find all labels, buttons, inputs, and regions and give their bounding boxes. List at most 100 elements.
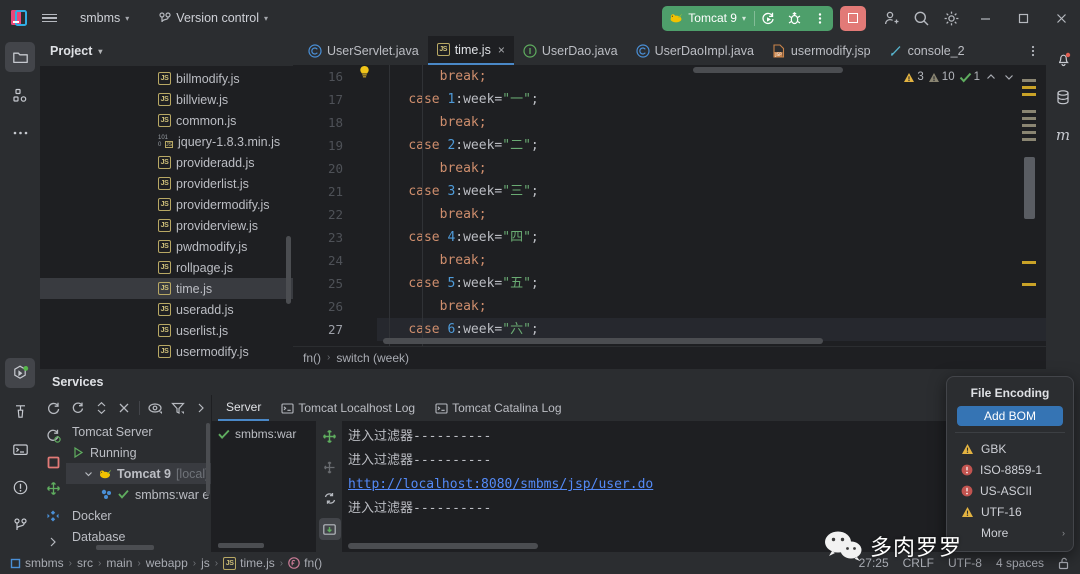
- close-icon[interactable]: ×: [498, 43, 505, 57]
- line-number[interactable]: 21: [293, 180, 351, 203]
- version-control-dropdown[interactable]: Version control ▾: [151, 8, 276, 28]
- tree-row[interactable]: Database: [66, 526, 211, 547]
- line-number[interactable]: 16: [293, 65, 351, 88]
- tree-row[interactable]: Tomcat Server: [66, 421, 211, 442]
- editor-scrollbar-markers[interactable]: [1016, 65, 1038, 346]
- log-tab[interactable]: Tomcat Localhost Log: [273, 395, 423, 421]
- breadcrumb-item[interactable]: fn(): [288, 556, 322, 570]
- line-number[interactable]: 19: [293, 134, 351, 157]
- list-item[interactable]: JS usermodify.js: [40, 341, 293, 362]
- tab-userservlet-java[interactable]: UserServlet.java: [299, 36, 428, 65]
- list-item[interactable]: JS time.js: [40, 278, 293, 299]
- tab-userdao-java[interactable]: UserDao.java: [514, 36, 627, 65]
- encoding-option[interactable]: More ›: [947, 522, 1073, 543]
- list-item[interactable]: JS providermodify.js: [40, 194, 293, 215]
- editor-hscrollbar-bottom[interactable]: [383, 338, 823, 344]
- expand-collapse-icon[interactable]: [91, 397, 112, 419]
- line-number[interactable]: 27: [293, 318, 351, 341]
- breadcrumb-item[interactable]: js: [201, 556, 210, 570]
- undeploy-icon[interactable]: [319, 456, 341, 478]
- unlocked-icon[interactable]: [1058, 557, 1070, 570]
- services-tree-hscrollbar[interactable]: [96, 545, 154, 550]
- sidebar-item-version-control[interactable]: [5, 510, 35, 540]
- tab-userdaoimpl-java[interactable]: UserDaoImpl.java: [627, 36, 763, 65]
- stop-icon[interactable]: [43, 452, 63, 472]
- tab-time-js[interactable]: JS time.js ×: [427, 36, 514, 65]
- update-icon[interactable]: [318, 518, 341, 540]
- line-number[interactable]: 17: [293, 88, 351, 111]
- caret-position[interactable]: 27:25: [859, 556, 889, 570]
- minimize-icon[interactable]: [966, 1, 1004, 35]
- editor-text-area[interactable]: 16 17 18 19 20 21 22 23 24 25 26 27 break; case 1:w…: [293, 65, 1046, 346]
- project-file-tree[interactable]: JS billmodify.js JS billview.js JS common.js 1…: [40, 66, 293, 368]
- tree-row[interactable]: Docker: [66, 505, 211, 526]
- sidebar-item-services[interactable]: [5, 358, 35, 388]
- line-number[interactable]: 18: [293, 111, 351, 134]
- log-tab[interactable]: Tomcat Catalina Log: [427, 395, 569, 421]
- project-tree-scrollbar[interactable]: [286, 236, 291, 304]
- chevron-right-icon[interactable]: [190, 397, 211, 419]
- refresh-icon[interactable]: [43, 399, 63, 419]
- sidebar-item-build[interactable]: [5, 396, 35, 426]
- weak-warning-count[interactable]: 10: [928, 71, 955, 83]
- project-name-dropdown[interactable]: smbms ▾: [72, 8, 137, 28]
- sort-icon[interactable]: [43, 506, 63, 526]
- list-item[interactable]: 101 0 JS jquery-1.8.3.min.js: [40, 131, 293, 152]
- filter-icon[interactable]: [168, 397, 189, 419]
- line-number[interactable]: 24: [293, 249, 351, 272]
- tree-row[interactable]: smbms:war e: [66, 484, 211, 505]
- list-item[interactable]: JS useradd.js: [40, 299, 293, 320]
- encoding-option[interactable]: UTF-16: [947, 501, 1073, 522]
- close-icon[interactable]: [1042, 1, 1080, 35]
- list-item[interactable]: JS billmodify.js: [40, 68, 293, 89]
- editor-hscrollbar-top[interactable]: [693, 67, 843, 73]
- breadcrumb-item[interactable]: fn(): [303, 351, 321, 365]
- editor-scrollbar-thumb[interactable]: [1024, 157, 1035, 219]
- chevron-right-icon[interactable]: [43, 532, 63, 552]
- line-number[interactable]: 25: [293, 272, 351, 295]
- ok-count[interactable]: 1: [959, 71, 980, 83]
- line-number[interactable]: 22: [293, 203, 351, 226]
- encoding-option[interactable]: ISO-8859-1: [947, 459, 1073, 480]
- sidebar-item-problems[interactable]: [5, 472, 35, 502]
- rerun-icon[interactable]: [755, 6, 781, 31]
- intention-bulb-icon[interactable]: [351, 65, 377, 80]
- list-item[interactable]: JS common.js: [40, 110, 293, 131]
- breadcrumb-item[interactable]: switch (week): [336, 351, 409, 365]
- line-separator[interactable]: CRLF: [903, 556, 934, 570]
- sidebar-item-project[interactable]: [5, 42, 35, 72]
- encoding-option[interactable]: GBK: [947, 438, 1073, 459]
- deployment-list[interactable]: smbms:war: [212, 421, 316, 552]
- tab-console-2[interactable]: console_2: [880, 36, 974, 65]
- maximize-icon[interactable]: [1004, 1, 1042, 35]
- run-configuration-selector[interactable]: Tomcat 9 ▾: [662, 6, 754, 31]
- more-vertical-icon[interactable]: [807, 6, 833, 31]
- breadcrumb[interactable]: smbms › src › main › webapp › js › JS time.js › fn(): [10, 556, 322, 570]
- breadcrumb-item[interactable]: JS time.js: [223, 556, 275, 570]
- sidebar-item-maven[interactable]: m: [1048, 120, 1078, 150]
- list-item[interactable]: JS billview.js: [40, 89, 293, 110]
- redeploy-icon[interactable]: [319, 487, 341, 509]
- log-tab[interactable]: Server: [218, 395, 270, 421]
- indent-setting[interactable]: 4 spaces: [996, 556, 1044, 570]
- console-link[interactable]: http://localhost:8080/smbms/jsp/user.do: [348, 477, 653, 492]
- show-icon[interactable]: [145, 397, 166, 419]
- debug-icon[interactable]: [781, 6, 807, 31]
- list-item[interactable]: JS userlist.js: [40, 320, 293, 341]
- line-number[interactable]: 23: [293, 226, 351, 249]
- close-icon[interactable]: [113, 397, 134, 419]
- console-hscrollbar[interactable]: [348, 543, 538, 549]
- gear-icon[interactable]: [936, 4, 966, 32]
- chevron-down-icon[interactable]: [1002, 73, 1016, 81]
- file-encoding[interactable]: UTF-8: [948, 556, 982, 570]
- breadcrumb-item[interactable]: src: [77, 556, 93, 570]
- sidebar-item-notifications[interactable]: [1048, 44, 1078, 74]
- hamburger-menu-icon[interactable]: [32, 5, 66, 31]
- editor-gutter[interactable]: 16 17 18 19 20 21 22 23 24 25 26 27: [293, 65, 351, 346]
- sidebar-item-terminal[interactable]: [5, 434, 35, 464]
- line-number[interactable]: 20: [293, 157, 351, 180]
- warning-count[interactable]: 3: [903, 71, 924, 83]
- chevron-up-icon[interactable]: [984, 73, 998, 81]
- list-item[interactable]: JS pwdmodify.js: [40, 236, 293, 257]
- rerun-icon[interactable]: [68, 397, 89, 419]
